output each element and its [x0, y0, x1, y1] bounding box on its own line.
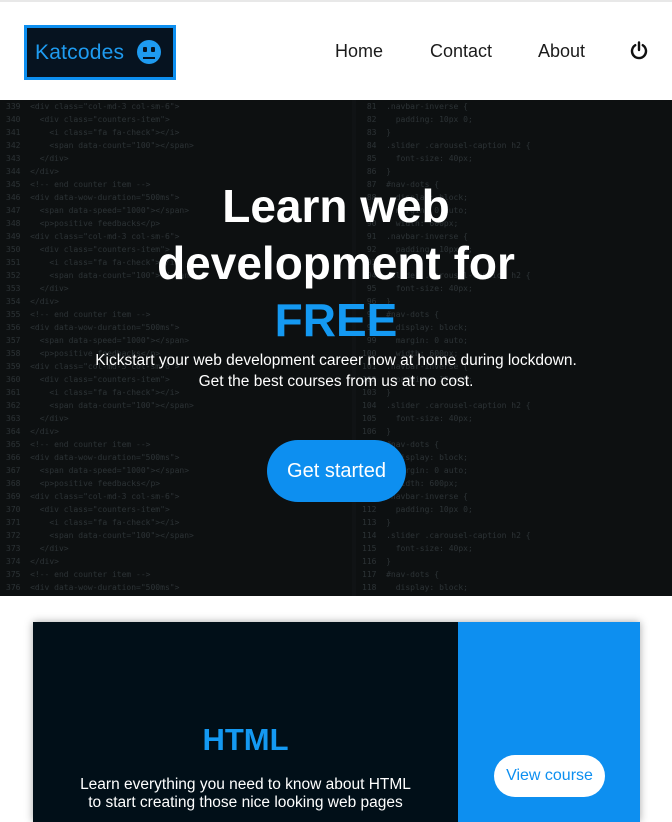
course-card-info: HTML Learn everything you need to know a…: [33, 622, 458, 822]
nav-link-about[interactable]: About: [538, 41, 585, 62]
power-icon[interactable]: [629, 41, 649, 61]
hero-subtitle-line1: Kickstart your web development career no…: [95, 352, 577, 369]
logo[interactable]: Katcodes: [24, 25, 176, 80]
logo-text: Katcodes: [35, 40, 125, 64]
hero-title-line1: Learn web: [222, 180, 450, 232]
course-card-action: View course: [458, 622, 640, 822]
course-title: HTML: [202, 722, 289, 757]
robot-face-icon: [137, 40, 161, 64]
navbar: Katcodes Home Contact About: [0, 0, 672, 100]
hero-title-highlight: FREE: [274, 294, 398, 346]
course-card: HTML Learn everything you need to know a…: [33, 622, 640, 822]
hero-subtitle-line2: Get the best courses from us at no cost.: [198, 373, 474, 390]
hero-title: Learn web development for FREE: [0, 178, 672, 349]
hero-subtitle: Kickstart your web development career no…: [0, 350, 672, 392]
course-description-line1: Learn everything you need to know about …: [80, 776, 411, 793]
course-description-line2: to start creating those nice looking web…: [88, 794, 403, 811]
hero-title-line2: development for: [157, 237, 515, 289]
nav-link-contact[interactable]: Contact: [430, 41, 492, 62]
view-course-button[interactable]: View course: [494, 755, 605, 797]
hero-section: 339 <div class="col-md-3 col-sm-6"> 340 …: [0, 100, 672, 596]
course-description: Learn everything you need to know about …: [33, 776, 458, 812]
nav-link-home[interactable]: Home: [335, 41, 383, 62]
get-started-button[interactable]: Get started: [267, 440, 406, 502]
